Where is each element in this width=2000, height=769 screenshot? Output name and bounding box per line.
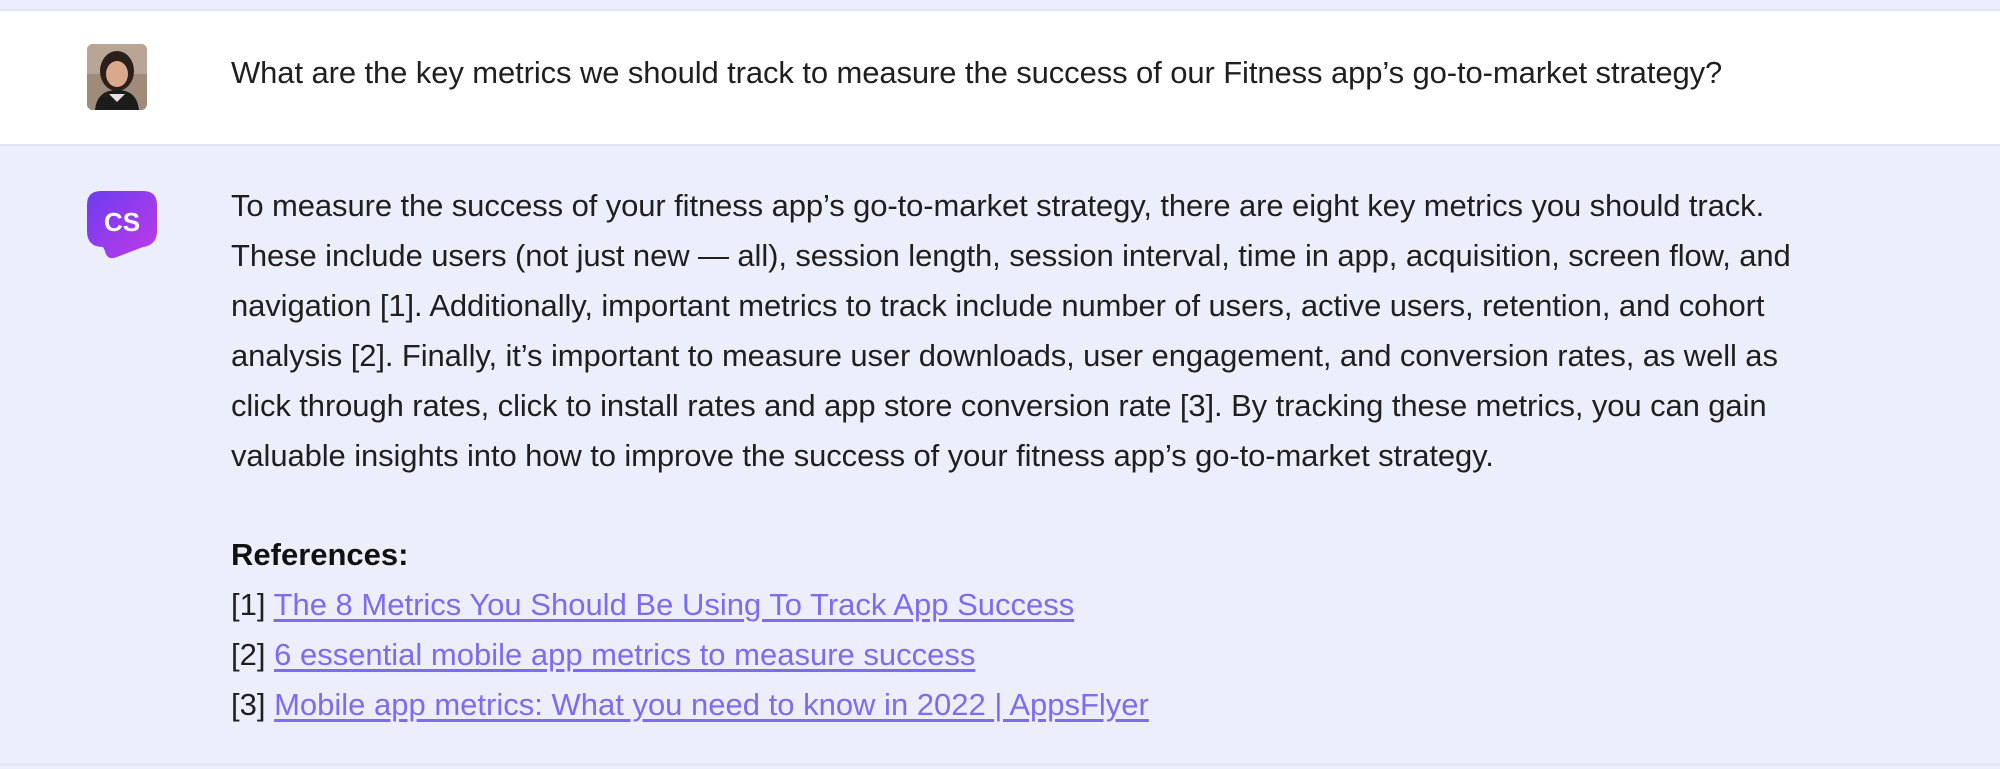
answer-line: navigation [1]. Additionally, important … [231, 288, 1765, 323]
assistant-message-row: CS To measure the success of your fitnes… [0, 146, 2000, 763]
answer-line: These include users (not just new — all)… [231, 238, 1791, 273]
answer-line: valuable insights into how to improve th… [231, 438, 1494, 473]
reference-item-3: [3] Mobile app metrics: What you need to… [231, 680, 1951, 730]
user-message-row: What are the key metrics we should track… [0, 11, 2000, 146]
reference-number: [3] [231, 687, 266, 722]
reference-item-1: [1] The 8 Metrics You Should Be Using To… [231, 580, 1951, 630]
reference-link-1[interactable]: The 8 Metrics You Should Be Using To Tra… [274, 587, 1075, 622]
answer-line: analysis [2]. Finally, it’s important to… [231, 338, 1778, 373]
reference-number: [1] [231, 587, 266, 622]
top-divider [0, 0, 2000, 11]
user-avatar [87, 44, 147, 110]
references-heading: References: [231, 537, 409, 572]
user-question-text: What are the key metrics we should track… [231, 55, 1723, 90]
cs-logo-icon: CS [87, 191, 157, 261]
user-avatar-photo-icon [87, 44, 147, 110]
reference-item-2: [2] 6 essential mobile app metrics to me… [231, 630, 1951, 680]
assistant-answer: To measure the success of your fitness a… [231, 181, 1951, 730]
answer-line: To measure the success of your fitness a… [231, 188, 1765, 223]
cs-logo-text: CS [104, 207, 140, 237]
answer-line: click through rates, click to install ra… [231, 388, 1767, 423]
bottom-divider [0, 763, 2000, 766]
reference-link-3[interactable]: Mobile app metrics: What you need to kno… [274, 687, 1149, 722]
reference-number: [2] [231, 637, 266, 672]
reference-link-2[interactable]: 6 essential mobile app metrics to measur… [274, 637, 975, 672]
answer-paragraph: To measure the success of your fitness a… [231, 181, 1951, 481]
